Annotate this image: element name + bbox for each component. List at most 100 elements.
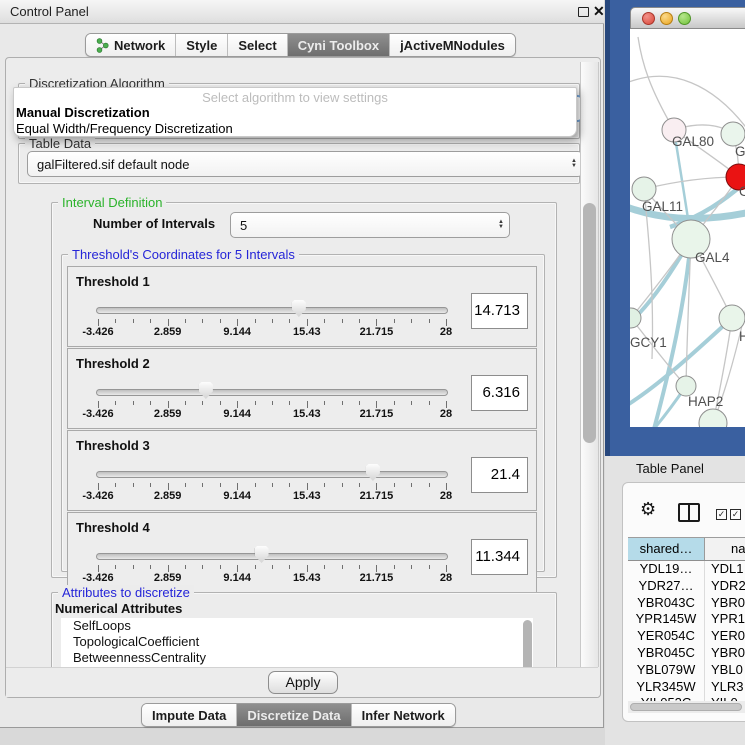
group-title: Table Data <box>25 136 95 151</box>
table-hscrollbar-thumb[interactable] <box>630 703 742 711</box>
tab-select[interactable]: Select <box>228 34 287 56</box>
tab-network[interactable]: Network <box>86 34 176 56</box>
combo-value: galFiltered.sif default node <box>28 157 566 172</box>
tab-label: Cyni Toolbox <box>298 38 379 53</box>
tab-discretize-data[interactable]: Discretize Data <box>237 704 351 726</box>
threshold-panel: Threshold 1-3.4262.8599.14415.4321.71528… <box>67 266 537 347</box>
tab-impute-data[interactable]: Impute Data <box>142 704 237 726</box>
tab-infer-network[interactable]: Infer Network <box>352 704 455 726</box>
node-label: GAL11 <box>642 199 683 214</box>
popup-item-equal-width-frequency[interactable]: Equal Width/Frequency Discretization <box>16 121 233 136</box>
slider-tick <box>429 319 430 323</box>
threshold-value-field[interactable]: 21.4 <box>471 457 528 493</box>
slider-tick <box>342 319 343 323</box>
node-attribute-table: shared… na YDL19…YDL1YDR27…YDR2YBR043CYB… <box>628 537 745 701</box>
minimize-traffic-light-icon[interactable] <box>660 12 673 25</box>
attribute-list-item[interactable]: BetweennessCentrality <box>61 650 533 666</box>
table-row[interactable]: YER054CYER0 <box>628 628 745 645</box>
table-row[interactable]: YDL19…YDL1 <box>628 561 745 578</box>
network-window-titlebar[interactable] <box>630 7 745 29</box>
node-label: GAL80 <box>672 134 714 149</box>
slider-tick <box>185 319 186 323</box>
node-label: GCY1 <box>630 335 667 350</box>
node-label: HAP2 <box>688 394 723 409</box>
slider-scale-label: 15.43 <box>282 490 332 502</box>
apply-button[interactable]: Apply <box>268 671 338 694</box>
tab-jactivemnodules[interactable]: jActiveMNodules <box>390 34 515 56</box>
slider-thumb[interactable] <box>199 382 213 399</box>
slider-tick <box>133 483 134 487</box>
cell-shared-name: YBR043C <box>628 595 705 612</box>
slider-tick <box>220 401 221 405</box>
tab-label: Discretize Data <box>247 708 340 723</box>
checkbox-icon[interactable]: ✓ <box>716 509 727 520</box>
slider-track[interactable] <box>96 389 448 396</box>
table-row[interactable]: YBR043CYBR0 <box>628 595 745 612</box>
slider-tick <box>376 483 377 490</box>
table-row[interactable]: YDR27…YDR2 <box>628 578 745 595</box>
checkbox-icon[interactable]: ✓ <box>730 509 741 520</box>
network-edge[interactable] <box>638 37 674 130</box>
attribute-list-item[interactable]: SelfLoops <box>61 618 533 634</box>
column-header-shared-name[interactable]: shared… <box>628 538 705 560</box>
scrollable-settings-area: Discretization Algorithm ▲▼ Table Data g… <box>5 57 599 667</box>
attributes-list-scrollbar[interactable] <box>523 620 532 667</box>
slider-tick <box>237 483 238 490</box>
node[interactable] <box>699 409 727 427</box>
slider-tick <box>429 483 430 487</box>
node[interactable] <box>721 122 745 146</box>
GAL11-node[interactable] <box>632 177 656 201</box>
settings-scrollbar-thumb[interactable] <box>583 203 596 443</box>
threshold-value-field[interactable]: 6.316 <box>471 375 528 411</box>
attribute-list-item[interactable]: TopologicalCoefficient <box>61 634 533 650</box>
network-edge[interactable] <box>644 177 739 189</box>
threshold-value-field[interactable]: 14.713 <box>471 293 528 329</box>
zoom-traffic-light-icon[interactable] <box>678 12 691 25</box>
table-row[interactable]: YLR345WYLR3 <box>628 679 745 696</box>
HAP2-node[interactable] <box>676 376 696 396</box>
table-data-combo[interactable]: galFiltered.sif default node ▲▼ <box>27 151 583 177</box>
node-label: C <box>739 184 745 199</box>
table-row[interactable]: YPR145WYPR1 <box>628 611 745 628</box>
close-traffic-light-icon[interactable] <box>642 12 655 25</box>
slider-tick <box>150 319 151 323</box>
threshold-value-field[interactable]: 11.344 <box>471 539 528 575</box>
tab-style[interactable]: Style <box>176 34 228 56</box>
network-canvas[interactable]: GAL80GACGAL11GAL4GCY1HHAP2 <box>630 29 745 427</box>
split-view-icon[interactable] <box>678 503 700 522</box>
column-header-name[interactable]: na <box>705 538 745 560</box>
tab-cyni-toolbox[interactable]: Cyni Toolbox <box>288 34 390 56</box>
close-icon[interactable]: ✕ <box>593 3 605 20</box>
node[interactable] <box>719 305 745 331</box>
slider-tick <box>307 319 308 326</box>
slider-scale-label: 28 <box>421 408 471 420</box>
table-row[interactable]: YBL079WYBL0 <box>628 662 745 679</box>
slider-thumb[interactable] <box>366 464 380 481</box>
desktop-edge <box>605 0 610 456</box>
float-window-icon[interactable] <box>578 7 589 17</box>
numerical-attributes-list[interactable]: SelfLoopsTopologicalCoefficientBetweenne… <box>61 618 533 667</box>
combo-spinner-icon: ▲▼ <box>493 220 509 230</box>
slider-tick <box>394 565 395 569</box>
popup-item-manual-discretization[interactable]: Manual Discretization <box>16 105 150 120</box>
cell-name: YER0 <box>705 628 745 645</box>
tab-label: Select <box>238 38 276 53</box>
slider-scale-label: 2.859 <box>143 572 193 584</box>
slider-thumb[interactable] <box>292 300 306 317</box>
number-of-intervals-label: Number of Intervals <box>93 216 215 231</box>
slider-tick <box>98 565 99 572</box>
node-label: H <box>739 329 745 344</box>
slider-thumb[interactable] <box>255 546 269 563</box>
slider-tick <box>307 565 308 572</box>
slider-scale-label: -3.426 <box>73 408 123 420</box>
slider-tick <box>289 401 290 405</box>
threshold-label: Threshold 2 <box>76 356 150 371</box>
number-of-intervals-combo[interactable]: 5 ▲▼ <box>230 212 510 238</box>
slider-track[interactable] <box>96 553 448 560</box>
slider-track[interactable] <box>96 471 448 478</box>
table-row[interactable]: YBR045CYBR0 <box>628 645 745 662</box>
slider-track[interactable] <box>96 307 448 314</box>
node-label: GAL4 <box>695 250 730 265</box>
slider-tick <box>150 401 151 405</box>
gear-icon[interactable]: ⚙ <box>640 499 656 520</box>
